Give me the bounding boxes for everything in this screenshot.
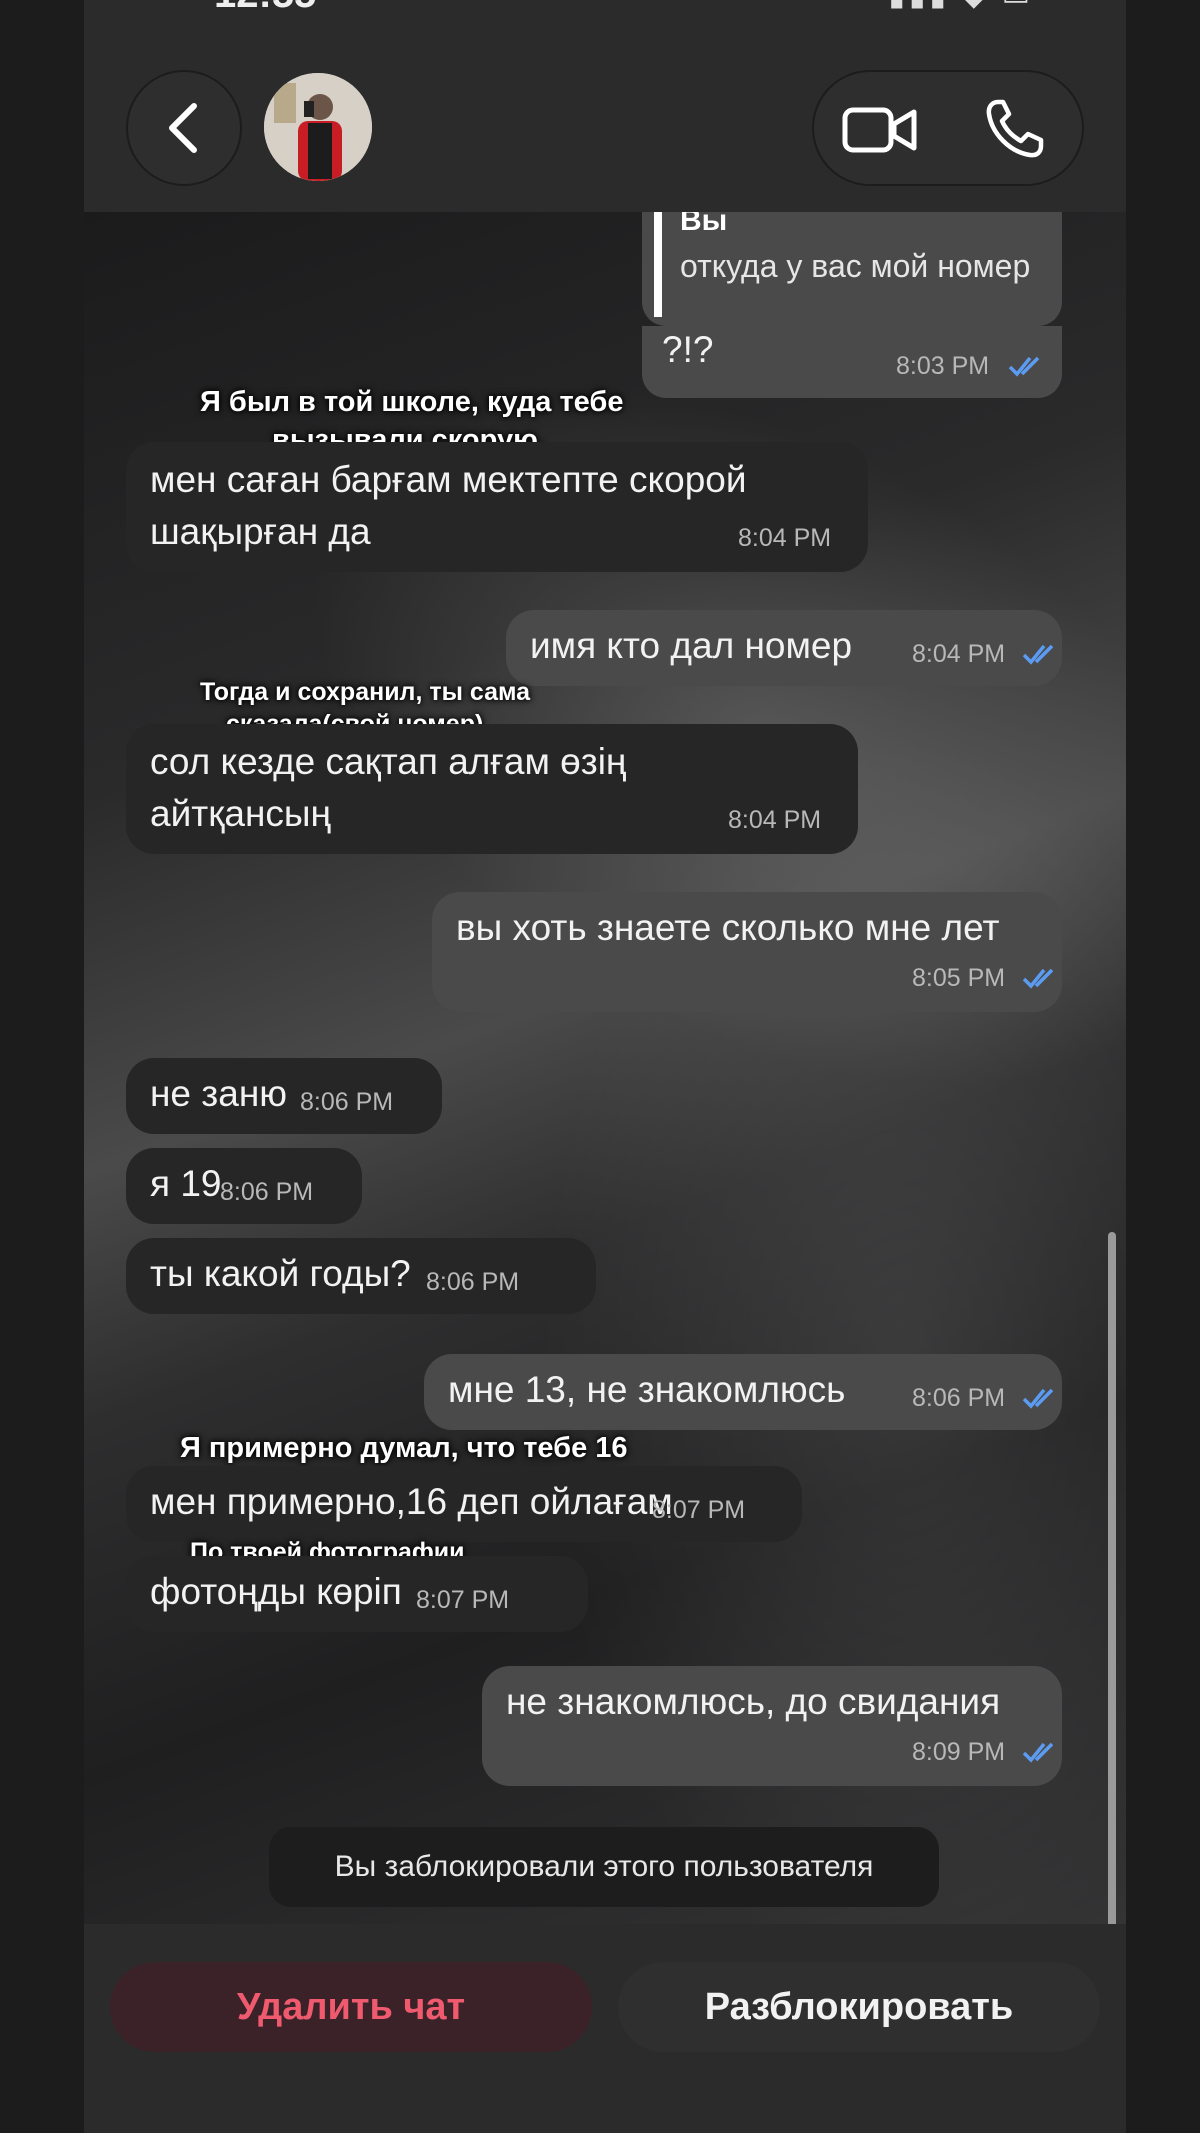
message-incoming[interactable]: ты какой годы? 8:06 PM [126, 1238, 596, 1314]
read-ticks-icon [1022, 644, 1054, 665]
unblock-button[interactable]: Разблокировать [618, 1962, 1100, 2052]
scrollbar[interactable] [1108, 1232, 1116, 1924]
avatar[interactable] [264, 73, 372, 181]
back-button[interactable] [126, 70, 242, 186]
right-margin [1126, 0, 1200, 2133]
message-outgoing[interactable]: мне 13, не знакомлюсь 8:06 PM [424, 1354, 1062, 1430]
read-ticks-icon [1008, 356, 1040, 377]
message-outgoing[interactable]: вы хоть знаете сколько мне лет 8:05 PM [432, 892, 1062, 1012]
message-incoming[interactable]: фотоңды көріп 8:07 PM [126, 1556, 588, 1632]
phone-call-icon[interactable] [984, 98, 1044, 160]
translation-note: Я примерно думал, что тебе 16 [180, 1432, 628, 1464]
message-outgoing[interactable]: ?!? 8:03 PM [642, 326, 1062, 398]
chat-screen: 12:55 ▮▮▮ ◆ ▭ [84, 0, 1126, 2133]
read-ticks-icon [1022, 968, 1054, 989]
message-incoming[interactable]: мен саған барғам мектепте скорой шақырға… [126, 442, 868, 572]
message-incoming[interactable]: мен примерно,16 деп ойлағам 8:07 PM [126, 1466, 802, 1542]
message-outgoing[interactable]: имя кто дал номер 8:04 PM [506, 610, 1062, 686]
message-incoming[interactable]: не заню 8:06 PM [126, 1058, 442, 1134]
message-outgoing[interactable]: не знакомлюсь, до свидания 8:09 PM [482, 1666, 1062, 1786]
read-ticks-icon [1022, 1388, 1054, 1409]
chat-header: 12:55 ▮▮▮ ◆ ▭ [84, 0, 1126, 212]
blocked-notice: Вы заблокировали этого пользователя [269, 1827, 939, 1907]
read-ticks-icon [1022, 1742, 1054, 1763]
video-call-icon[interactable] [842, 100, 918, 160]
quote-bar [654, 212, 662, 317]
call-buttons [812, 70, 1084, 186]
left-margin [0, 0, 84, 2133]
quote-text: откуда у вас мой номер [680, 248, 1031, 284]
quote-author: Вы [680, 212, 728, 237]
status-time: 12:55 [214, 0, 316, 17]
chat-footer: Удалить чат Разблокировать [84, 1924, 1126, 2133]
delete-chat-button[interactable]: Удалить чат [110, 1962, 592, 2052]
translation-note: Я был в той школе, куда тебе [200, 386, 624, 418]
message-incoming[interactable]: сол кезде сақтап алғам өзің айтқансың 8:… [126, 724, 858, 854]
translation-note: Тогда и сохранил, ты сама [200, 678, 531, 706]
avatar-photo-icon [264, 73, 372, 181]
quoted-message[interactable]: Вы откуда у вас мой номер [642, 212, 1062, 326]
chevron-left-icon [169, 103, 197, 153]
message-list[interactable]: Вы откуда у вас мой номер ?!? 8:03 PM Я … [84, 212, 1126, 1924]
message-incoming[interactable]: я 19 8:06 PM [126, 1148, 362, 1224]
status-icons: ▮▮▮ ◆ ▭ [888, 0, 1034, 13]
